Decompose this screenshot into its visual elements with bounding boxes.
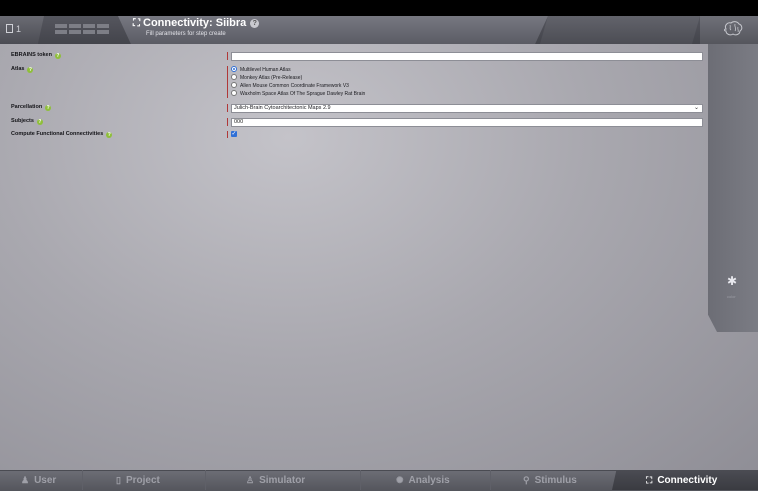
nav-tab-analysis[interactable]: ✺ Analysis <box>396 470 450 490</box>
atlas-option-1[interactable]: Monkey Atlas (Pre-Release) <box>231 74 302 81</box>
project-file-icon <box>6 24 13 33</box>
nav-tab-label: Project <box>125 475 160 486</box>
analysis-icon: ✺ <box>396 475 404 485</box>
app-window: 1 ⛶ Connectivity: Siibra? Fill parameters… <box>0 0 758 491</box>
nav-divider <box>82 470 83 490</box>
header-right-area <box>540 16 700 44</box>
compute-fc-checkbox[interactable]: ✓ <box>231 131 237 137</box>
radio-icon[interactable] <box>231 82 237 88</box>
required-marker <box>227 131 228 138</box>
nav-divider <box>205 470 206 490</box>
atlas-option-label: Multilevel Human Atlas <box>240 67 291 73</box>
help-icon[interactable]: ? <box>27 67 34 73</box>
nav-tab-label: Simulator <box>259 475 306 486</box>
subjects-input[interactable] <box>231 118 703 127</box>
ebrains-token-label: EBRAINS token <box>11 52 52 58</box>
segment-bar <box>69 30 81 34</box>
ebrains-token-input[interactable] <box>231 52 703 61</box>
help-icon[interactable]: ? <box>106 132 113 138</box>
parcellation-label-row: Parcellation? <box>11 104 52 111</box>
user-icon: ♟ <box>21 475 30 485</box>
compute-fc-label-row: Compute Functional Connectivities? <box>11 131 113 138</box>
atlas-option-label: Waxholm Space Atlas Of The Sprague Dawle… <box>240 91 366 97</box>
parcellation-label: Parcellation <box>11 104 43 110</box>
compute-fc-label: Compute Functional Connectivities <box>11 131 104 137</box>
atlas-option-2[interactable]: Allen Mouse Common Coordinate Framework … <box>231 82 349 89</box>
nav-divider <box>490 470 491 490</box>
connectivity-icon: ⛶ <box>646 475 653 485</box>
help-icon[interactable]: ? <box>250 19 260 28</box>
parcellation-select[interactable]: Julich-Brain Cytoarchitectonic Maps 2.9 … <box>231 104 703 113</box>
help-icon[interactable]: ? <box>36 119 43 125</box>
nav-tab-label: Stimulus <box>534 475 577 486</box>
segment-bar <box>55 24 67 28</box>
page-title: Connectivity: Siibra <box>143 17 247 29</box>
project-id-label: 1 <box>16 24 22 34</box>
help-icon[interactable]: ? <box>54 53 61 59</box>
nav-tab-simulator[interactable]: ♙ Simulator <box>246 470 305 490</box>
connectivity-icon: ⛶ <box>133 18 140 29</box>
project-id[interactable]: 1 <box>6 24 21 34</box>
subjects-label: Subjects <box>11 118 34 124</box>
stimulus-icon: ⚲ <box>523 475 530 485</box>
required-marker <box>227 66 228 98</box>
atlas-label-row: Atlas? <box>11 66 34 73</box>
nav-divider <box>360 470 361 490</box>
required-marker <box>227 52 228 60</box>
radio-icon[interactable] <box>231 74 237 80</box>
nav-tab-label: User <box>34 475 57 486</box>
brain-icon[interactable] <box>722 20 744 38</box>
page-subtitle: Fill parameters for step create <box>146 31 226 37</box>
parcellation-selected-value: Julich-Brain Cytoarchitectonic Maps 2.9 <box>234 105 331 111</box>
nav-tab-stimulus[interactable]: ⚲ Stimulus <box>523 470 577 490</box>
required-marker <box>227 104 228 112</box>
page-title-row: ⛶ Connectivity: Siibra? <box>133 17 260 29</box>
gear-icon[interactable]: ✱ <box>727 274 737 288</box>
atlas-label: Atlas <box>11 66 25 72</box>
subjects-label-row: Subjects? <box>11 118 43 125</box>
nav-tab-label: Connectivity <box>657 475 718 486</box>
segment-bar <box>83 24 95 28</box>
atlas-option-label: Monkey Atlas (Pre-Release) <box>240 75 303 81</box>
atlas-option-label: Allen Mouse Common Coordinate Framework … <box>240 83 349 89</box>
side-panel <box>708 44 758 332</box>
segment-bar <box>83 30 95 34</box>
segment-bar <box>97 24 109 28</box>
nav-tab-project[interactable]: ▯ Project <box>116 470 160 490</box>
nav-tab-label: Analysis <box>408 475 450 486</box>
chevron-down-icon: ⌄ <box>693 105 699 111</box>
header-segments <box>55 24 113 36</box>
atlas-option-3[interactable]: Waxholm Space Atlas Of The Sprague Dawle… <box>231 90 365 97</box>
simulator-icon: ♙ <box>246 475 255 485</box>
nav-tab-connectivity[interactable]: ⛶ Connectivity <box>646 470 717 490</box>
help-icon[interactable]: ? <box>45 105 52 111</box>
radio-icon[interactable] <box>231 90 237 96</box>
radio-selected-icon[interactable] <box>231 66 237 72</box>
nav-tab-user[interactable]: ♟ User <box>21 470 56 490</box>
segment-bar <box>69 24 81 28</box>
ebrains-token-label-row: EBRAINS token? <box>11 52 61 59</box>
atlas-option-0[interactable]: Multilevel Human Atlas <box>231 66 291 73</box>
segment-bar <box>97 30 109 34</box>
required-marker <box>227 118 228 126</box>
segment-bar <box>55 30 67 34</box>
top-band <box>0 0 758 16</box>
side-panel-label: color <box>727 294 736 299</box>
project-icon: ▯ <box>116 475 121 485</box>
